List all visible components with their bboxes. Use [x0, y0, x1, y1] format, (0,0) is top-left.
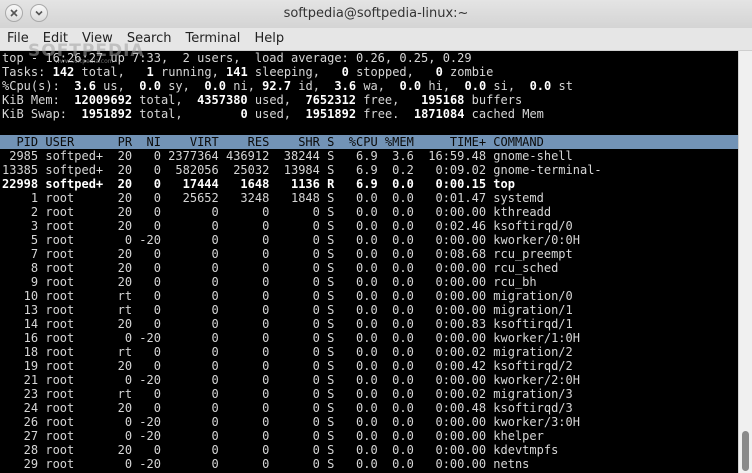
table-row: 21 root 0 -20 0 0 0 S 0.0 0.0 0:00.00 kw…: [2, 373, 580, 387]
softpedia-watermark-url: www.softpedia.com: [55, 58, 114, 65]
swap-line: KiB Swap: 1951892 total, 0 used, 1951892…: [2, 107, 544, 121]
table-row: 13385 softped+ 20 0 582056 25032 13984 S…: [2, 163, 602, 177]
table-row: 8 root 20 0 0 0 0 S 0.0 0.0 0:00.00 rcu_…: [2, 261, 559, 275]
table-row: 2 root 20 0 0 0 0 S 0.0 0.0 0:00.00 kthr…: [2, 205, 552, 219]
table-row: 3 root 20 0 0 0 0 S 0.0 0.0 0:02.46 ksof…: [2, 219, 573, 233]
table-row: 1 root 20 0 25652 3248 1848 S 0.0 0.0 0:…: [2, 191, 544, 205]
table-row: 29 root 0 -20 0 0 0 S 0.0 0.0 0:00.00 ne…: [2, 457, 530, 471]
table-row: 18 root rt 0 0 0 0 S 0.0 0.0 0:00.02 mig…: [2, 345, 573, 359]
tasks-line: Tasks: 142 total, 1 running, 141 sleepin…: [2, 65, 494, 79]
table-row: 2985 softped+ 20 0 2377364 436912 38244 …: [2, 149, 573, 163]
table-row: 23 root rt 0 0 0 0 S 0.0 0.0 0:00.02 mig…: [2, 387, 573, 401]
table-row: 9 root 20 0 0 0 0 S 0.0 0.0 0:00.00 rcu_…: [2, 275, 537, 289]
mem-line: KiB Mem: 12009692 total, 4357380 used, 7…: [2, 93, 523, 107]
terminal-window: softpedia@softpedia-linux:~ File Edit Vi…: [0, 0, 752, 473]
menu-help[interactable]: Help: [247, 28, 291, 50]
process-table-header: PID USER PR NI VIRT RES SHR S %CPU %MEM …: [0, 135, 738, 149]
scrollbar[interactable]: [738, 51, 752, 473]
cpu-line: %Cpu(s): 3.6 us, 0.0 sy, 0.0 ni, 92.7 id…: [2, 79, 573, 93]
menu-terminal[interactable]: Terminal: [178, 28, 247, 50]
window-title: softpedia@softpedia-linux:~: [283, 6, 469, 21]
table-row: 19 root 20 0 0 0 0 S 0.0 0.0 0:00.42 kso…: [2, 359, 573, 373]
table-row: 26 root 0 -20 0 0 0 S 0.0 0.0 0:00.00 kw…: [2, 415, 580, 429]
scrollbar-thumb[interactable]: [742, 431, 749, 471]
table-row: 7 root 20 0 0 0 0 S 0.0 0.0 0:08.68 rcu_…: [2, 247, 573, 261]
table-row: 10 root rt 0 0 0 0 S 0.0 0.0 0:00.00 mig…: [2, 289, 573, 303]
table-row: 13 root rt 0 0 0 0 S 0.0 0.0 0:00.00 mig…: [2, 303, 573, 317]
table-row: 14 root 20 0 0 0 0 S 0.0 0.0 0:00.83 kso…: [2, 317, 573, 331]
table-row: 5 root 0 -20 0 0 0 S 0.0 0.0 0:00.00 kwo…: [2, 233, 580, 247]
table-row: 22998 softped+ 20 0 17444 1648 1136 R 6.…: [2, 177, 515, 191]
terminal-output[interactable]: top - 16:26:27 up 7:33, 2 users, load av…: [0, 51, 738, 473]
table-row: 27 root 0 -20 0 0 0 S 0.0 0.0 0:00.00 kh…: [2, 429, 544, 443]
table-row: 16 root 0 -20 0 0 0 S 0.0 0.0 0:00.00 kw…: [2, 331, 580, 345]
table-row: 24 root 20 0 0 0 0 S 0.0 0.0 0:00.48 kso…: [2, 401, 573, 415]
table-row: 28 root 20 0 0 0 0 S 0.0 0.0 0:00.00 kde…: [2, 443, 559, 457]
title-bar: softpedia@softpedia-linux:~: [0, 0, 752, 29]
